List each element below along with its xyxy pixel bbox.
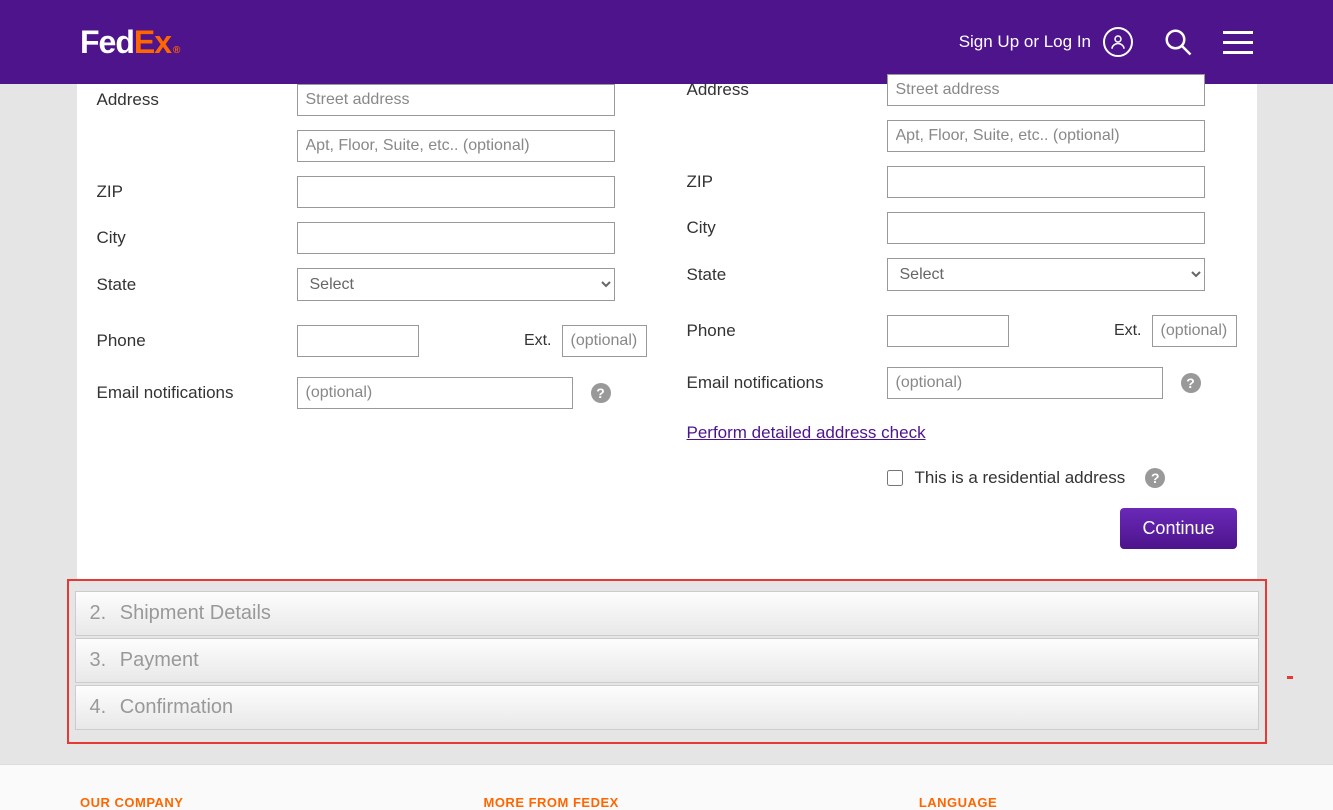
red-marker [1287, 676, 1293, 679]
from-ext-input[interactable] [562, 325, 647, 357]
from-email-label: Email notifications [97, 383, 297, 403]
accordion-highlight: 2. Shipment Details 3. Payment 4. Confir… [67, 579, 1267, 744]
to-street2-input[interactable] [887, 120, 1205, 152]
fedex-logo[interactable]: FedEx® [80, 24, 179, 61]
from-phone-label: Phone [97, 331, 297, 351]
logo-reg: ® [173, 45, 179, 56]
from-street2-input[interactable] [297, 130, 615, 162]
footer-our-company[interactable]: OUR COMPANY [80, 795, 183, 810]
footer-language[interactable]: LANGUAGE [919, 795, 997, 810]
to-email-label: Email notifications [687, 373, 887, 393]
residential-checkbox[interactable] [887, 470, 903, 486]
to-city-label: City [687, 218, 887, 238]
to-phone-label: Phone [687, 321, 887, 341]
help-icon[interactable]: ? [1181, 373, 1201, 393]
logo-fed: Fed [80, 24, 134, 61]
to-ext-input[interactable] [1152, 315, 1237, 347]
accordion-label: Shipment Details [120, 602, 271, 624]
from-email-input[interactable] [297, 377, 573, 409]
from-zip-input[interactable] [297, 176, 615, 208]
accordion-shipment-details[interactable]: 2. Shipment Details [75, 591, 1259, 636]
to-city-input[interactable] [887, 212, 1205, 244]
shipment-form: Address ZIP City State Select Phone [77, 84, 1257, 579]
accordion-num: 4. [90, 696, 107, 718]
to-state-label: State [687, 265, 887, 285]
to-state-select[interactable]: Select [887, 258, 1205, 291]
help-icon[interactable]: ? [1145, 468, 1165, 488]
top-header: FedEx® Sign Up or Log In [0, 0, 1333, 84]
residential-label: This is a residential address [915, 468, 1126, 488]
to-zip-label: ZIP [687, 172, 887, 192]
help-icon[interactable]: ? [591, 383, 611, 403]
from-zip-label: ZIP [97, 182, 297, 202]
logo-ex: Ex [134, 24, 171, 61]
from-city-label: City [97, 228, 297, 248]
header-right: Sign Up or Log In [959, 27, 1253, 57]
to-column: Address ZIP City State Select Phone [687, 84, 1237, 488]
from-city-input[interactable] [297, 222, 615, 254]
from-phone-input[interactable] [297, 325, 419, 357]
to-address-label: Address [687, 80, 887, 100]
footer: OUR COMPANY MORE FROM FEDEX LANGUAGE [0, 764, 1333, 810]
from-state-select[interactable]: Select [297, 268, 615, 301]
accordion-label: Confirmation [120, 696, 233, 718]
to-email-input[interactable] [887, 367, 1163, 399]
continue-button[interactable]: Continue [1120, 508, 1236, 549]
address-check-link[interactable]: Perform detailed address check [687, 423, 926, 443]
accordion-num: 3. [90, 649, 107, 671]
search-icon[interactable] [1163, 27, 1193, 57]
from-ext-label: Ext. [524, 332, 552, 350]
to-ext-label: Ext. [1114, 322, 1142, 340]
to-phone-input[interactable] [887, 315, 1009, 347]
from-street-input[interactable] [297, 84, 615, 116]
to-street-input[interactable] [887, 74, 1205, 106]
accordion-num: 2. [90, 602, 107, 624]
user-icon [1103, 27, 1133, 57]
from-column: Address ZIP City State Select Phone [97, 84, 647, 488]
from-address-label: Address [97, 90, 297, 110]
signin-label: Sign Up or Log In [959, 32, 1091, 52]
accordion-payment[interactable]: 3. Payment [75, 638, 1259, 683]
to-zip-input[interactable] [887, 166, 1205, 198]
hamburger-menu-icon[interactable] [1223, 31, 1253, 54]
signin-link[interactable]: Sign Up or Log In [959, 27, 1133, 57]
footer-more-from-fedex[interactable]: MORE FROM FEDEX [483, 795, 618, 810]
accordion-confirmation[interactable]: 4. Confirmation [75, 685, 1259, 730]
accordion-label: Payment [120, 649, 199, 671]
from-state-label: State [97, 275, 297, 295]
